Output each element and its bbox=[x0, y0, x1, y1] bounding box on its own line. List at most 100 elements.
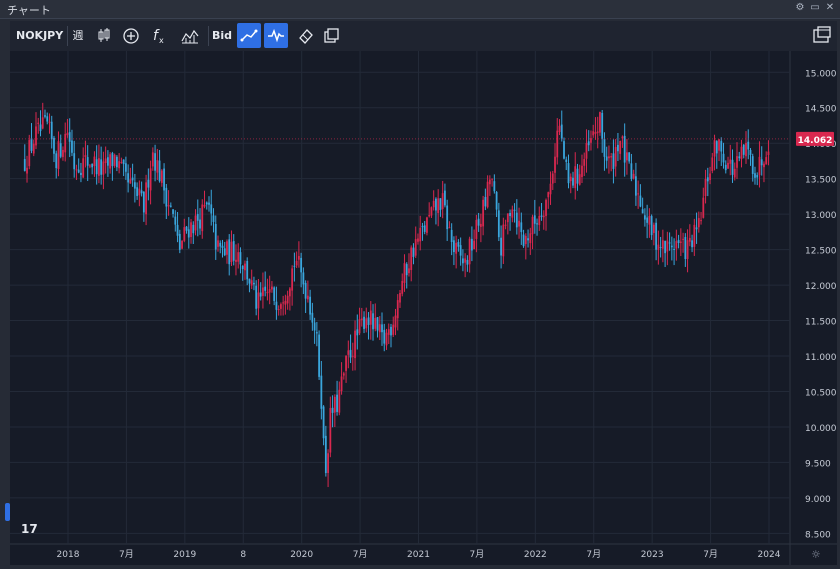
candle-body bbox=[590, 138, 592, 143]
candle-body bbox=[129, 179, 132, 184]
y-tick-label: 9.000 bbox=[805, 495, 831, 505]
candle-body bbox=[46, 116, 49, 122]
candle-body bbox=[742, 144, 745, 155]
candle-body bbox=[284, 300, 287, 305]
candle-body bbox=[432, 200, 435, 208]
gear-icon[interactable]: ⚙ bbox=[794, 2, 806, 14]
layout-icon[interactable] bbox=[810, 23, 834, 48]
candle-body bbox=[324, 435, 327, 474]
candle-body bbox=[659, 247, 662, 249]
candle-body bbox=[574, 166, 577, 189]
candle-body bbox=[210, 204, 213, 214]
candle-body bbox=[691, 240, 693, 248]
wave-icon[interactable] bbox=[264, 23, 288, 48]
candle-body bbox=[540, 215, 543, 217]
interval-button[interactable]: 週 bbox=[66, 23, 90, 48]
candle-body bbox=[181, 240, 183, 249]
candle-body bbox=[199, 219, 201, 229]
candle-body bbox=[136, 187, 139, 196]
price-chart[interactable]: 15.00014.50014.00013.50013.00012.50012.0… bbox=[10, 51, 837, 565]
candle-body bbox=[333, 396, 336, 413]
candle-body bbox=[266, 291, 269, 294]
candle-body bbox=[637, 193, 640, 195]
candle-body bbox=[277, 309, 280, 311]
candle-body bbox=[457, 242, 460, 247]
candle-body bbox=[120, 162, 123, 164]
minimize-icon[interactable]: ▭ bbox=[809, 2, 821, 14]
candle-body bbox=[713, 140, 716, 157]
candle-body bbox=[336, 394, 338, 412]
x-tick-label: 7月 bbox=[470, 549, 485, 560]
x-tick-label: 8 bbox=[240, 550, 246, 560]
candle-body bbox=[309, 296, 312, 315]
candle-body bbox=[257, 292, 260, 309]
candle-body bbox=[668, 242, 671, 244]
candle-body bbox=[720, 141, 723, 152]
candle-body bbox=[522, 234, 525, 247]
candle-body bbox=[124, 163, 127, 172]
candle-body bbox=[183, 227, 186, 241]
candle-body bbox=[226, 241, 228, 255]
candle-body bbox=[392, 324, 395, 335]
chart-area[interactable]: 15.00014.50014.00013.50013.00012.50012.0… bbox=[10, 51, 837, 565]
candle-body bbox=[740, 146, 743, 159]
panel-handle[interactable] bbox=[5, 503, 10, 521]
candle-body bbox=[430, 207, 433, 216]
candle-body bbox=[763, 163, 765, 168]
trend-line-icon[interactable] bbox=[237, 23, 261, 48]
candle-body bbox=[608, 156, 610, 159]
candle-body bbox=[291, 268, 294, 291]
candle-body bbox=[718, 139, 720, 151]
candle-body bbox=[700, 220, 702, 222]
candle-body bbox=[599, 112, 601, 133]
candle-body bbox=[185, 226, 188, 231]
compare-add-icon[interactable] bbox=[119, 23, 143, 48]
candle-body bbox=[275, 301, 278, 310]
candle-body bbox=[55, 153, 58, 169]
candle-body bbox=[145, 182, 147, 215]
close-icon[interactable]: ✕ bbox=[824, 2, 836, 14]
candle-body bbox=[212, 215, 215, 222]
candle-body bbox=[192, 224, 195, 234]
candle-body bbox=[84, 155, 87, 157]
candle-body bbox=[520, 222, 523, 233]
candle-body bbox=[399, 293, 401, 303]
candle-body bbox=[682, 238, 684, 240]
candle-body bbox=[232, 241, 235, 261]
candle-body bbox=[731, 159, 734, 175]
candle-body bbox=[160, 170, 163, 183]
candle-body bbox=[729, 159, 732, 164]
candle-body bbox=[670, 245, 673, 248]
candle-body bbox=[558, 125, 561, 132]
candle-body bbox=[448, 227, 451, 229]
copy-window-icon[interactable] bbox=[319, 23, 343, 48]
chart-style-icon[interactable] bbox=[177, 23, 203, 48]
candle-body bbox=[581, 165, 583, 178]
candle-body bbox=[643, 215, 646, 220]
window-title: チャート bbox=[7, 4, 51, 17]
candle-body bbox=[48, 121, 51, 123]
candle-body bbox=[760, 159, 763, 166]
candle-body bbox=[169, 205, 172, 207]
symbol-button[interactable]: NOKJPY bbox=[16, 23, 63, 48]
candle-body bbox=[736, 156, 738, 168]
candle-body bbox=[468, 238, 471, 265]
candle-body bbox=[679, 241, 682, 243]
eraser-icon[interactable] bbox=[293, 23, 317, 48]
candle-body bbox=[567, 163, 570, 184]
candle-body bbox=[464, 258, 467, 263]
candle-body bbox=[318, 334, 321, 377]
candle-body bbox=[80, 172, 82, 176]
x-tick-label: 2020 bbox=[290, 550, 313, 560]
y-tick-label: 13.000 bbox=[805, 211, 837, 221]
candle-body bbox=[515, 212, 518, 228]
x-tick-label: 7月 bbox=[353, 549, 368, 560]
candle-body bbox=[506, 213, 509, 223]
candle-body bbox=[560, 124, 563, 139]
bid-button[interactable]: Bid bbox=[210, 23, 234, 48]
candlestick-icon[interactable] bbox=[92, 23, 116, 48]
indicators-icon[interactable]: fx bbox=[147, 23, 171, 48]
candle-body bbox=[138, 188, 141, 196]
candle-body bbox=[140, 190, 143, 194]
svg-text:x: x bbox=[159, 36, 164, 45]
